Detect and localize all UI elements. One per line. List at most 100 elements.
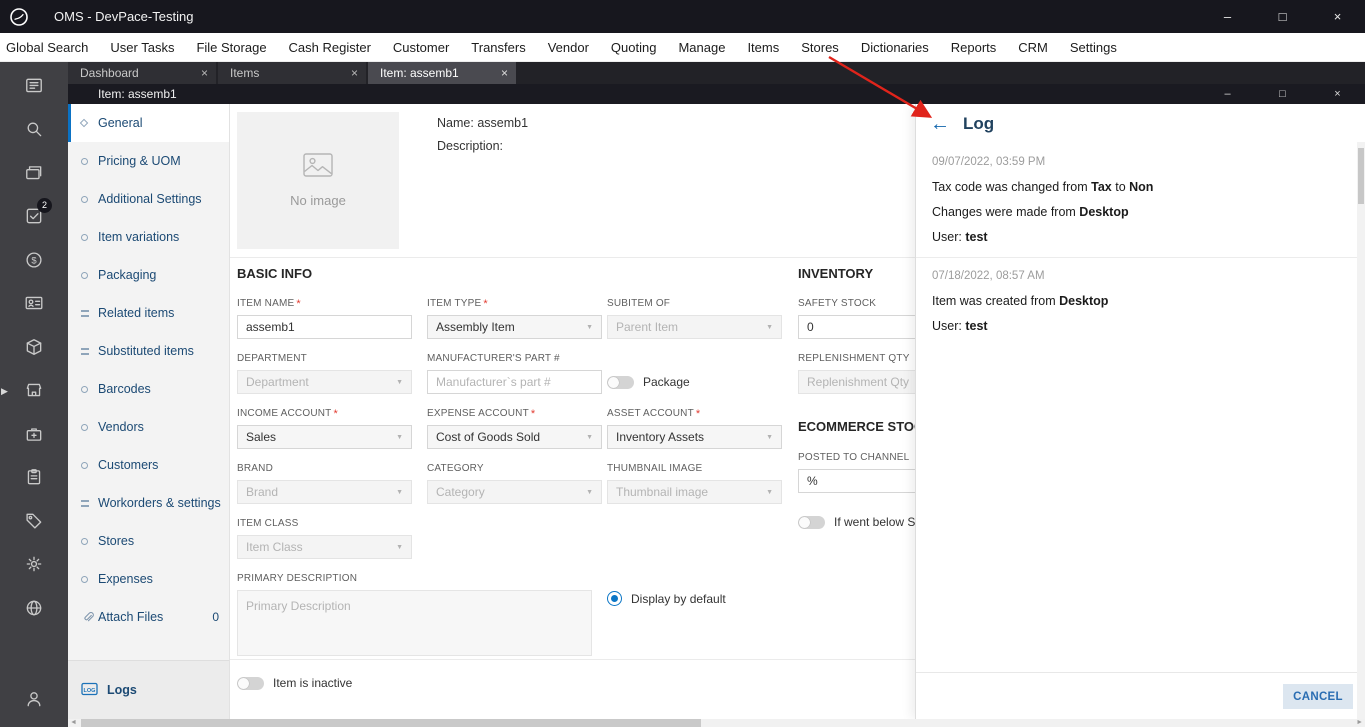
scroll-right-icon[interactable]: ► xyxy=(1356,719,1363,727)
nav-item-item-variations[interactable]: Item variations xyxy=(68,218,229,256)
menu-cash-register[interactable]: Cash Register xyxy=(278,33,382,61)
item-type-select[interactable]: Assembly Item ▼ xyxy=(427,315,602,339)
scrollbar-thumb[interactable] xyxy=(1358,148,1364,204)
nav-icon-shape xyxy=(81,233,88,241)
cash-register-icon: $ xyxy=(26,252,42,268)
stores-button[interactable] xyxy=(0,369,68,413)
minimize-button[interactable]: – xyxy=(1200,0,1255,33)
primary-description-textarea[interactable]: Primary Description xyxy=(237,590,592,656)
display-by-default-radio[interactable]: Display by default xyxy=(607,591,726,606)
tasks-button[interactable]: 2 xyxy=(0,195,68,239)
menu-stores[interactable]: Stores xyxy=(790,33,850,61)
tag-button[interactable] xyxy=(0,499,68,543)
field-label: CATEGORY xyxy=(427,463,602,475)
user-button[interactable] xyxy=(0,678,68,722)
globe-button[interactable] xyxy=(0,586,68,630)
tab-close-icon[interactable]: × xyxy=(195,66,208,80)
nav-item-stores[interactable]: Stores xyxy=(68,522,229,560)
clipboard-button[interactable] xyxy=(0,456,68,500)
nav-item-expenses[interactable]: Expenses xyxy=(68,560,229,598)
item-name-input[interactable]: assemb1 xyxy=(237,315,412,339)
tab-close-icon[interactable]: × xyxy=(495,66,508,80)
field-label-text: DEPARTMENT xyxy=(237,353,307,364)
nav-item-related-items[interactable]: Related items xyxy=(68,294,229,332)
field-brand: BRAND Brand ▼ xyxy=(237,463,412,504)
nav-item-workorders-settings[interactable]: Workorders & settings xyxy=(68,484,229,522)
item-window-minimize-button[interactable]: – xyxy=(1200,84,1255,104)
item-window-close-button[interactable]: × xyxy=(1310,84,1365,104)
customer-button[interactable] xyxy=(0,282,68,326)
close-button[interactable]: × xyxy=(1310,0,1365,33)
tab-close-icon[interactable]: × xyxy=(345,66,358,80)
nav-item-barcodes[interactable]: Barcodes xyxy=(68,370,229,408)
dashboard-button[interactable] xyxy=(0,64,68,108)
menu-items[interactable]: Items xyxy=(736,33,790,61)
item-nav-panel: General Pricing & UOM Additional Settings I… xyxy=(68,104,230,719)
menu-file-storage[interactable]: File Storage xyxy=(185,33,277,61)
tab-items[interactable]: Items × xyxy=(218,62,366,84)
horizontal-scrollbar[interactable]: ◄ ► xyxy=(68,719,1365,727)
item-window-restore-button[interactable]: □ xyxy=(1255,84,1310,104)
search-button[interactable] xyxy=(0,108,68,152)
nav-paperclip-icon xyxy=(81,610,98,624)
medkit-button[interactable] xyxy=(0,412,68,456)
manufacturer-s-part-input[interactable]: Manufacturer`s part # xyxy=(427,370,602,394)
below-safety-toggle[interactable]: If went below Sa xyxy=(798,515,922,529)
field-income-account: INCOME ACCOUNT * Sales ▼ xyxy=(237,408,412,449)
nav-item-pricing-uom[interactable]: Pricing & UOM xyxy=(68,142,229,180)
menu-user-tasks[interactable]: User Tasks xyxy=(99,33,185,61)
subitem-of-select: Parent Item ▼ xyxy=(607,315,782,339)
tab-item-assemb1[interactable]: Item: assemb1 × xyxy=(368,62,516,84)
clipboard-icon xyxy=(27,469,41,485)
nav-item-additional-settings[interactable]: Additional Settings xyxy=(68,180,229,218)
menu-reports[interactable]: Reports xyxy=(940,33,1008,61)
field-placeholder: Primary Description xyxy=(246,599,351,613)
menu-vendor[interactable]: Vendor xyxy=(537,33,600,61)
menu-manage[interactable]: Manage xyxy=(667,33,736,61)
scrollbar-thumb[interactable] xyxy=(81,719,701,727)
field-value: assemb1 xyxy=(246,320,295,334)
cash-register-button[interactable]: $ xyxy=(0,238,68,282)
menu-settings[interactable]: Settings xyxy=(1059,33,1128,61)
income-account-select[interactable]: Sales ▼ xyxy=(237,425,412,449)
panel-expander-icon[interactable]: ▶ xyxy=(1,386,8,397)
settings-button[interactable] xyxy=(0,543,68,587)
settings-icon xyxy=(26,556,42,572)
file-storage-button[interactable] xyxy=(0,151,68,195)
menu-quoting[interactable]: Quoting xyxy=(600,33,668,61)
item-image-placeholder[interactable]: No image xyxy=(237,112,399,249)
menu-dictionaries[interactable]: Dictionaries xyxy=(850,33,940,61)
customer-icon xyxy=(25,297,43,310)
nav-item-general[interactable]: General xyxy=(68,104,229,142)
log-scrollbar[interactable] xyxy=(1357,142,1365,719)
scroll-left-icon[interactable]: ◄ xyxy=(70,719,77,727)
nav-item-packaging[interactable]: Packaging xyxy=(68,256,229,294)
nav-item-customers[interactable]: Customers xyxy=(68,446,229,484)
menu-global-search[interactable]: Global Search xyxy=(0,33,99,61)
menu-customer[interactable]: Customer xyxy=(382,33,460,61)
asset-account-select[interactable]: Inventory Assets ▼ xyxy=(607,425,782,449)
items-button[interactable] xyxy=(0,325,68,369)
field-label: BRAND xyxy=(237,463,412,475)
expense-account-select[interactable]: Cost of Goods Sold ▼ xyxy=(427,425,602,449)
nav-item-substituted-items[interactable]: Substituted items xyxy=(68,332,229,370)
menu-transfers[interactable]: Transfers xyxy=(460,33,536,61)
maximize-button[interactable]: □ xyxy=(1255,0,1310,33)
tab-dashboard[interactable]: Dashboard × xyxy=(68,62,216,84)
name-value: assemb1 xyxy=(477,116,529,130)
nav-item-logs[interactable]: LOG Logs xyxy=(68,660,229,719)
cancel-button[interactable]: CANCEL xyxy=(1283,684,1353,709)
nav-item-vendors[interactable]: Vendors xyxy=(68,408,229,446)
back-button[interactable]: ← xyxy=(930,114,950,134)
field-label: ITEM CLASS xyxy=(237,518,412,530)
package-toggle[interactable]: Package xyxy=(607,375,690,389)
nav-item-attach-files[interactable]: Attach Files 0 xyxy=(68,598,229,636)
field-placeholder: Thumbnail image xyxy=(616,485,709,499)
minimize-icon: – xyxy=(1224,88,1231,100)
caret-down-icon: ▼ xyxy=(396,433,403,441)
item-inactive-toggle[interactable]: Item is inactive xyxy=(237,676,352,690)
field-value: Sales xyxy=(246,430,277,444)
menu-crm[interactable]: CRM xyxy=(1007,33,1059,61)
nav-icon-shape xyxy=(81,385,88,393)
field-label-text: INCOME ACCOUNT xyxy=(237,408,332,419)
